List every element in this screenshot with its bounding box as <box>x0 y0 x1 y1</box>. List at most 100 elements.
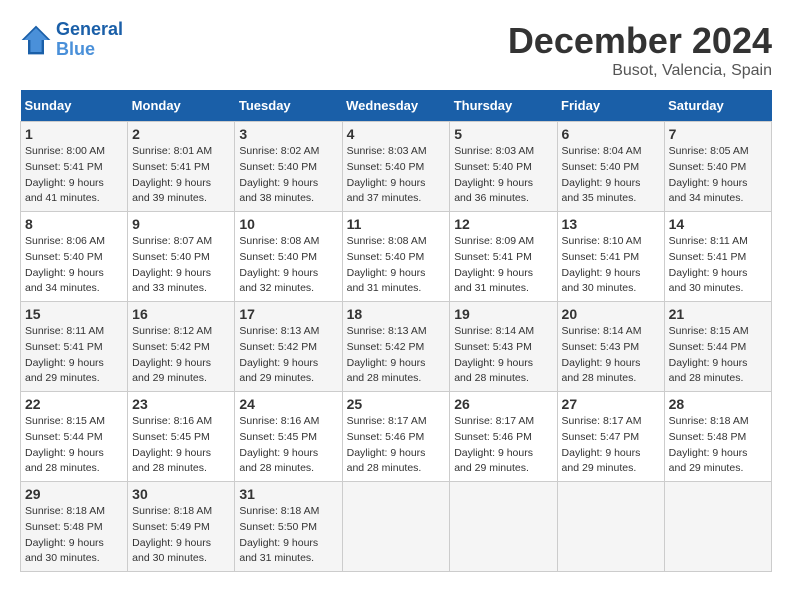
day-info: Sunrise: 8:14 AMSunset: 5:43 PMDaylight:… <box>562 324 660 387</box>
day-number: 10 <box>239 216 337 232</box>
day-number: 2 <box>132 126 230 142</box>
day-info: Sunrise: 8:08 AMSunset: 5:40 PMDaylight:… <box>239 234 337 297</box>
calendar-cell: 2 Sunrise: 8:01 AMSunset: 5:41 PMDayligh… <box>128 122 235 212</box>
day-info: Sunrise: 8:11 AMSunset: 5:41 PMDaylight:… <box>669 234 767 297</box>
day-info: Sunrise: 8:04 AMSunset: 5:40 PMDaylight:… <box>562 144 660 207</box>
calendar-cell: 8 Sunrise: 8:06 AMSunset: 5:40 PMDayligh… <box>21 212 128 302</box>
title-area: December 2024 Busot, Valencia, Spain <box>508 20 772 80</box>
day-info: Sunrise: 8:17 AMSunset: 5:47 PMDaylight:… <box>562 414 660 477</box>
location: Busot, Valencia, Spain <box>508 62 772 80</box>
calendar-cell: 25 Sunrise: 8:17 AMSunset: 5:46 PMDaylig… <box>342 392 450 482</box>
day-info: Sunrise: 8:13 AMSunset: 5:42 PMDaylight:… <box>347 324 446 387</box>
calendar-cell: 30 Sunrise: 8:18 AMSunset: 5:49 PMDaylig… <box>128 482 235 572</box>
day-info: Sunrise: 8:17 AMSunset: 5:46 PMDaylight:… <box>454 414 552 477</box>
calendar-cell: 4 Sunrise: 8:03 AMSunset: 5:40 PMDayligh… <box>342 122 450 212</box>
calendar-cell: 13 Sunrise: 8:10 AMSunset: 5:41 PMDaylig… <box>557 212 664 302</box>
day-info: Sunrise: 8:03 AMSunset: 5:40 PMDaylight:… <box>347 144 446 207</box>
day-number: 6 <box>562 126 660 142</box>
day-number: 18 <box>347 306 446 322</box>
calendar-cell: 18 Sunrise: 8:13 AMSunset: 5:42 PMDaylig… <box>342 302 450 392</box>
day-number: 4 <box>347 126 446 142</box>
col-wednesday: Wednesday <box>342 90 450 122</box>
day-number: 3 <box>239 126 337 142</box>
calendar-cell: 11 Sunrise: 8:08 AMSunset: 5:40 PMDaylig… <box>342 212 450 302</box>
calendar-cell: 28 Sunrise: 8:18 AMSunset: 5:48 PMDaylig… <box>664 392 771 482</box>
day-number: 25 <box>347 396 446 412</box>
day-number: 23 <box>132 396 230 412</box>
calendar-week-3: 22 Sunrise: 8:15 AMSunset: 5:44 PMDaylig… <box>21 392 772 482</box>
day-info: Sunrise: 8:11 AMSunset: 5:41 PMDaylight:… <box>25 324 123 387</box>
calendar-cell: 31 Sunrise: 8:18 AMSunset: 5:50 PMDaylig… <box>235 482 342 572</box>
calendar-cell <box>664 482 771 572</box>
day-info: Sunrise: 8:12 AMSunset: 5:42 PMDaylight:… <box>132 324 230 387</box>
calendar-cell: 26 Sunrise: 8:17 AMSunset: 5:46 PMDaylig… <box>450 392 557 482</box>
calendar-cell: 20 Sunrise: 8:14 AMSunset: 5:43 PMDaylig… <box>557 302 664 392</box>
calendar-cell: 23 Sunrise: 8:16 AMSunset: 5:45 PMDaylig… <box>128 392 235 482</box>
day-number: 16 <box>132 306 230 322</box>
calendar-cell: 22 Sunrise: 8:15 AMSunset: 5:44 PMDaylig… <box>21 392 128 482</box>
calendar-week-1: 8 Sunrise: 8:06 AMSunset: 5:40 PMDayligh… <box>21 212 772 302</box>
calendar-week-2: 15 Sunrise: 8:11 AMSunset: 5:41 PMDaylig… <box>21 302 772 392</box>
day-info: Sunrise: 8:18 AMSunset: 5:48 PMDaylight:… <box>669 414 767 477</box>
day-info: Sunrise: 8:02 AMSunset: 5:40 PMDaylight:… <box>239 144 337 207</box>
calendar-week-0: 1 Sunrise: 8:00 AMSunset: 5:41 PMDayligh… <box>21 122 772 212</box>
calendar-cell: 7 Sunrise: 8:05 AMSunset: 5:40 PMDayligh… <box>664 122 771 212</box>
day-number: 15 <box>25 306 123 322</box>
calendar-cell: 21 Sunrise: 8:15 AMSunset: 5:44 PMDaylig… <box>664 302 771 392</box>
day-info: Sunrise: 8:16 AMSunset: 5:45 PMDaylight:… <box>132 414 230 477</box>
day-number: 20 <box>562 306 660 322</box>
col-saturday: Saturday <box>664 90 771 122</box>
day-number: 27 <box>562 396 660 412</box>
day-info: Sunrise: 8:16 AMSunset: 5:45 PMDaylight:… <box>239 414 337 477</box>
logo-icon <box>20 24 52 56</box>
day-number: 22 <box>25 396 123 412</box>
calendar-cell: 17 Sunrise: 8:13 AMSunset: 5:42 PMDaylig… <box>235 302 342 392</box>
day-number: 5 <box>454 126 552 142</box>
calendar-cell: 16 Sunrise: 8:12 AMSunset: 5:42 PMDaylig… <box>128 302 235 392</box>
day-info: Sunrise: 8:13 AMSunset: 5:42 PMDaylight:… <box>239 324 337 387</box>
day-number: 1 <box>25 126 123 142</box>
day-number: 30 <box>132 486 230 502</box>
day-info: Sunrise: 8:15 AMSunset: 5:44 PMDaylight:… <box>25 414 123 477</box>
calendar-cell: 5 Sunrise: 8:03 AMSunset: 5:40 PMDayligh… <box>450 122 557 212</box>
calendar-cell: 14 Sunrise: 8:11 AMSunset: 5:41 PMDaylig… <box>664 212 771 302</box>
calendar-cell <box>342 482 450 572</box>
day-info: Sunrise: 8:18 AMSunset: 5:48 PMDaylight:… <box>25 504 123 567</box>
day-info: Sunrise: 8:06 AMSunset: 5:40 PMDaylight:… <box>25 234 123 297</box>
calendar-cell: 12 Sunrise: 8:09 AMSunset: 5:41 PMDaylig… <box>450 212 557 302</box>
day-info: Sunrise: 8:00 AMSunset: 5:41 PMDaylight:… <box>25 144 123 207</box>
day-number: 12 <box>454 216 552 232</box>
calendar-cell: 9 Sunrise: 8:07 AMSunset: 5:40 PMDayligh… <box>128 212 235 302</box>
day-info: Sunrise: 8:15 AMSunset: 5:44 PMDaylight:… <box>669 324 767 387</box>
day-number: 26 <box>454 396 552 412</box>
day-info: Sunrise: 8:18 AMSunset: 5:50 PMDaylight:… <box>239 504 337 567</box>
calendar-week-4: 29 Sunrise: 8:18 AMSunset: 5:48 PMDaylig… <box>21 482 772 572</box>
calendar-table: Sunday Monday Tuesday Wednesday Thursday… <box>20 90 772 572</box>
day-number: 9 <box>132 216 230 232</box>
calendar-cell: 27 Sunrise: 8:17 AMSunset: 5:47 PMDaylig… <box>557 392 664 482</box>
col-monday: Monday <box>128 90 235 122</box>
calendar-cell: 15 Sunrise: 8:11 AMSunset: 5:41 PMDaylig… <box>21 302 128 392</box>
day-number: 14 <box>669 216 767 232</box>
day-info: Sunrise: 8:14 AMSunset: 5:43 PMDaylight:… <box>454 324 552 387</box>
day-number: 19 <box>454 306 552 322</box>
logo-text: General Blue <box>56 20 123 60</box>
calendar-cell: 3 Sunrise: 8:02 AMSunset: 5:40 PMDayligh… <box>235 122 342 212</box>
day-info: Sunrise: 8:10 AMSunset: 5:41 PMDaylight:… <box>562 234 660 297</box>
day-number: 24 <box>239 396 337 412</box>
calendar-cell: 24 Sunrise: 8:16 AMSunset: 5:45 PMDaylig… <box>235 392 342 482</box>
day-info: Sunrise: 8:18 AMSunset: 5:49 PMDaylight:… <box>132 504 230 567</box>
col-thursday: Thursday <box>450 90 557 122</box>
header-row: Sunday Monday Tuesday Wednesday Thursday… <box>21 90 772 122</box>
day-number: 13 <box>562 216 660 232</box>
day-info: Sunrise: 8:07 AMSunset: 5:40 PMDaylight:… <box>132 234 230 297</box>
calendar-cell <box>557 482 664 572</box>
day-number: 17 <box>239 306 337 322</box>
calendar-cell: 6 Sunrise: 8:04 AMSunset: 5:40 PMDayligh… <box>557 122 664 212</box>
day-info: Sunrise: 8:05 AMSunset: 5:40 PMDaylight:… <box>669 144 767 207</box>
col-sunday: Sunday <box>21 90 128 122</box>
calendar-cell: 10 Sunrise: 8:08 AMSunset: 5:40 PMDaylig… <box>235 212 342 302</box>
calendar-cell: 1 Sunrise: 8:00 AMSunset: 5:41 PMDayligh… <box>21 122 128 212</box>
day-info: Sunrise: 8:09 AMSunset: 5:41 PMDaylight:… <box>454 234 552 297</box>
day-number: 31 <box>239 486 337 502</box>
